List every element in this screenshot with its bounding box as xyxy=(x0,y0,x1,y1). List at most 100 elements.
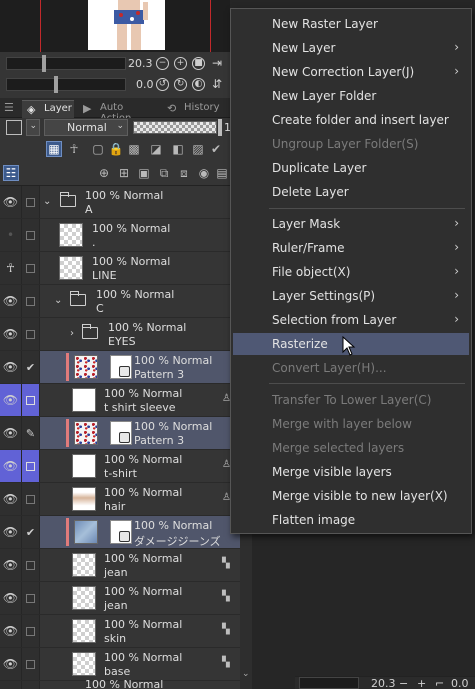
opacity-slider[interactable] xyxy=(133,121,217,134)
layer-list-view-icon[interactable]: ☷ xyxy=(3,165,19,181)
menu-item-layer-settings[interactable]: Layer Settings(P) › xyxy=(233,285,469,307)
layer-check[interactable] xyxy=(22,483,40,515)
rotation-slider-thumb[interactable] xyxy=(54,76,58,93)
zoom-in-icon[interactable]: + xyxy=(174,57,187,70)
pen-icon[interactable]: ✎ xyxy=(22,417,40,449)
lock-icon[interactable]: 🔒 xyxy=(108,141,124,157)
tab-auto-action[interactable]: ▶ Auto Action xyxy=(78,100,160,124)
menu-item-new-layer[interactable]: New Layer › xyxy=(233,37,469,59)
apply-mask-icon[interactable]: ▤ xyxy=(214,165,230,181)
zoom-slider[interactable] xyxy=(6,57,126,70)
layer-check[interactable] xyxy=(22,648,40,680)
layer-check[interactable] xyxy=(22,252,40,284)
flip-icon[interactable]: ⇥ xyxy=(212,56,222,70)
layer-check[interactable] xyxy=(22,219,40,251)
menu-item-merge-visible-to-new-layer[interactable]: Merge visible to new layer(X) xyxy=(233,485,469,507)
eye-icon[interactable]: 👁 xyxy=(0,351,22,383)
chevron-down-icon[interactable]: ⌄ xyxy=(43,196,51,207)
layer-row[interactable]: 👁 100 % Normal t shirt sleeve ♙ xyxy=(0,384,240,417)
menu-item-delete-layer[interactable]: Delete Layer xyxy=(233,181,469,203)
merge-down-icon[interactable]: ⧈ xyxy=(176,165,192,181)
zoom-in-icon[interactable]: + xyxy=(417,677,426,689)
layer-row[interactable]: 👁 100 % Normal jean ▚ xyxy=(0,582,240,615)
eye-icon[interactable]: 👁 xyxy=(0,516,22,548)
clip-icon[interactable]: ▦ xyxy=(46,141,62,157)
opacity-slider-thumb[interactable] xyxy=(218,119,222,136)
layer-row[interactable]: 👁 ⌄ 100 % Normal A xyxy=(0,186,240,219)
layer-row[interactable]: 👁 ✔ 100 % Normal ダメージジーンズ xyxy=(0,516,240,549)
panel-menu-icon[interactable]: ☰ xyxy=(4,101,14,114)
menu-item-file-object[interactable]: File object(X) › xyxy=(233,261,469,283)
layer-row[interactable]: 👁 100 % Normal jean ▚ xyxy=(0,549,240,582)
new-raster-layer-icon[interactable]: ⊕ xyxy=(96,165,112,181)
tab-layer[interactable]: ◈ Layer xyxy=(22,100,74,118)
new-vector-layer-icon[interactable]: ⊞ xyxy=(116,165,132,181)
eye-icon[interactable]: 👁 xyxy=(0,549,22,581)
tab-history[interactable]: ⟲ History xyxy=(162,100,228,118)
layer-row[interactable]: 👁 100 % Normal hair ♙ xyxy=(0,483,240,516)
layer-check[interactable] xyxy=(22,582,40,614)
menu-item-layer-mask[interactable]: Layer Mask › xyxy=(233,213,469,235)
menu-item-ruler-frame[interactable]: Ruler/Frame › xyxy=(233,237,469,259)
eye-icon[interactable]: 👁 xyxy=(0,384,22,416)
zoom-out-icon[interactable]: − xyxy=(156,57,169,70)
layer-check[interactable] xyxy=(22,186,40,218)
layer-check[interactable] xyxy=(22,681,40,689)
layer-row[interactable]: • 100 % Normal . xyxy=(0,219,240,252)
draft-layer-icon[interactable]: ▢ xyxy=(90,141,106,157)
layer-check[interactable]: ✔ xyxy=(22,516,40,548)
lock-transparent-icon[interactable]: ▩ xyxy=(126,141,142,157)
layer-row[interactable]: 👁 100 % Normal base ▚ xyxy=(0,648,240,681)
layer-check[interactable] xyxy=(22,615,40,647)
rotation-slider[interactable] xyxy=(6,78,126,91)
chevron-right-icon[interactable]: › xyxy=(70,328,74,339)
new-folder-icon[interactable]: ▣ xyxy=(136,165,152,181)
layer-row[interactable]: 👁 › 100 % Normal EYES xyxy=(0,318,240,351)
eye-icon[interactable]: 👁 xyxy=(0,285,22,317)
eye-icon[interactable]: 👁 xyxy=(0,450,22,482)
reset-rotation-icon[interactable]: ◐ xyxy=(192,78,205,91)
check-icon[interactable]: ✔ xyxy=(208,141,224,157)
create-mask-icon[interactable]: ◉ xyxy=(196,165,212,181)
layer-row[interactable]: 👁 100 % Normal t-shirt ♙ xyxy=(0,450,240,483)
eye-icon[interactable]: 👁 xyxy=(0,483,22,515)
eye-icon[interactable]: 👁 xyxy=(0,582,22,614)
menu-item-new-correction-layer[interactable]: New Correction Layer(J) › xyxy=(233,61,469,83)
ruler-icon[interactable]: ◧ xyxy=(170,141,186,157)
transfer-down-icon[interactable]: ⧉ xyxy=(156,165,172,181)
eye-icon[interactable]: 👁 xyxy=(0,417,22,449)
eye-icon[interactable] xyxy=(0,681,22,689)
zoom-slider-thumb[interactable] xyxy=(42,55,46,72)
chevron-down-icon[interactable]: ⌄ xyxy=(54,295,62,306)
layer-check[interactable] xyxy=(22,285,40,317)
menu-item-merge-visible-layers[interactable]: Merge visible layers xyxy=(233,461,469,483)
blend-mode-select[interactable]: Normal ⌄ xyxy=(44,119,128,136)
mask-enable-icon[interactable]: ◪ xyxy=(148,141,164,157)
layer-color-dropdown[interactable]: ⌄ xyxy=(26,119,40,136)
status-zoom-slider[interactable] xyxy=(299,677,359,689)
menu-item-create-folder-insert-layer[interactable]: Create folder and insert layer xyxy=(233,109,469,131)
reference-layer-icon[interactable]: ☥ xyxy=(66,141,82,157)
reference-layer-icon[interactable]: ☥ xyxy=(0,252,22,284)
layer-row[interactable]: 👁 ✔ 100 % Normal Pattern 3 xyxy=(0,351,240,384)
layer-check[interactable]: ✔ xyxy=(22,351,40,383)
flip-vertical-icon[interactable]: ⇵ xyxy=(212,77,222,91)
layer-check[interactable] xyxy=(22,318,40,350)
layer-row[interactable]: 100 % Normal xyxy=(0,678,240,689)
layer-row[interactable]: 👁 ⌄ 100 % Normal C xyxy=(0,285,240,318)
layer-color-toggle-icon[interactable]: ▨ xyxy=(190,141,206,157)
eye-icon[interactable]: 👁 xyxy=(0,615,22,647)
layer-row[interactable]: 👁 ✎ 100 % Normal Pattern 3 xyxy=(0,417,240,450)
layer-check[interactable] xyxy=(22,384,40,416)
eye-icon[interactable]: • xyxy=(0,219,22,251)
navigator-preview[interactable] xyxy=(0,0,230,52)
layer-row[interactable]: ☥ 100 % Normal LINE xyxy=(0,252,240,285)
layer-check[interactable] xyxy=(22,450,40,482)
eye-icon[interactable]: 👁 xyxy=(0,318,22,350)
layer-check[interactable] xyxy=(22,549,40,581)
rotate-right-icon[interactable]: ↻ xyxy=(174,78,187,91)
layer-color-icon[interactable] xyxy=(6,120,22,135)
menu-item-new-layer-folder[interactable]: New Layer Folder xyxy=(233,85,469,107)
scroll-down-icon[interactable]: ⌄ xyxy=(242,670,250,679)
layer-row[interactable]: 👁 100 % Normal skin ▚ xyxy=(0,615,240,648)
